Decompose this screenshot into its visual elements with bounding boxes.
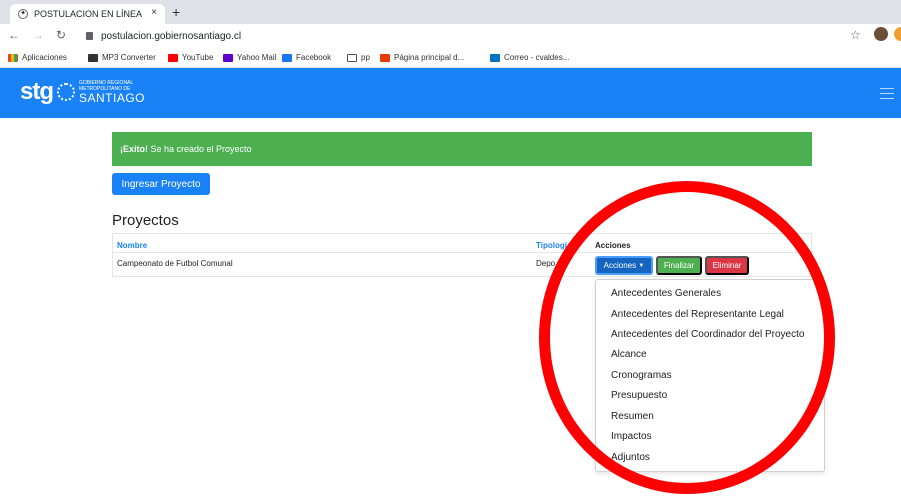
- acciones-dropdown-menu: Antecedentes Generales Antecedentes del …: [595, 279, 825, 472]
- logo-line3: SANTIAGO: [79, 91, 146, 105]
- cell-tipologia: Depo: [536, 259, 556, 268]
- forward-icon[interactable]: →: [32, 28, 44, 42]
- profile-avatar[interactable]: [874, 27, 888, 41]
- office-icon: [380, 53, 390, 62]
- extension-icon[interactable]: [894, 27, 901, 41]
- alert-strong: ¡Exito!: [120, 144, 148, 154]
- table-divider: [113, 252, 813, 253]
- bookmark-pp[interactable]: pp: [347, 53, 370, 62]
- menu-item-coordinador[interactable]: Antecedentes del Coordinador del Proyect…: [611, 329, 804, 340]
- address-bar-row: ← → ↻ postulacion.gobiernosantiago.cl: [0, 24, 901, 48]
- outlook-icon: [490, 53, 500, 62]
- bookmark-correo[interactable]: Correo - cvaldes...: [490, 53, 569, 62]
- yahoo-icon: [223, 53, 233, 62]
- alert-text: Se ha creado el Proyecto: [148, 144, 252, 154]
- header-nombre[interactable]: Nombre: [117, 241, 147, 250]
- bookmark-yahoo[interactable]: Yahoo Mail: [223, 53, 276, 62]
- back-icon[interactable]: ←: [8, 28, 20, 42]
- browser-tab-bar: ✦ POSTULACION EN LÍNEA × +: [0, 0, 901, 24]
- new-tab-button[interactable]: +: [172, 4, 180, 20]
- logo-emblem-icon: [57, 83, 75, 101]
- menu-item-cronogramas[interactable]: Cronogramas: [611, 370, 672, 381]
- bookmark-facebook[interactable]: Facebook: [282, 53, 331, 62]
- bookmark-youtube[interactable]: YouTube: [168, 53, 213, 62]
- bookmarks-bar: Aplicaciones MP3 Converter YouTube Yahoo…: [0, 48, 901, 68]
- hamburger-menu-icon[interactable]: [880, 88, 894, 103]
- site-navbar: stg GOBIERNO REGIONAL METROPOLITANO DE S…: [0, 68, 901, 118]
- reload-icon[interactable]: ↻: [56, 28, 66, 42]
- eliminar-button[interactable]: Eliminar: [705, 256, 749, 275]
- menu-item-adjuntos[interactable]: Adjuntos: [611, 452, 650, 463]
- site-logo[interactable]: stg GOBIERNO REGIONAL METROPOLITANO DE S…: [20, 78, 146, 105]
- tab-title: POSTULACION EN LÍNEA: [34, 9, 143, 19]
- menu-item-resumen[interactable]: Resumen: [611, 411, 654, 422]
- finalizar-button[interactable]: Finalizar: [656, 256, 702, 275]
- menu-item-representante-legal[interactable]: Antecedentes del Representante Legal: [611, 309, 784, 320]
- bookmark-star-icon[interactable]: ☆: [850, 28, 861, 42]
- menu-item-presupuesto[interactable]: Presupuesto: [611, 390, 667, 401]
- cell-nombre: Campeonato de Futbol Comunal: [117, 259, 233, 268]
- facebook-icon: [282, 53, 292, 62]
- url-text: postulacion.gobiernosantiago.cl: [101, 30, 242, 42]
- section-title: Proyectos: [112, 212, 179, 229]
- menu-item-antecedentes-generales[interactable]: Antecedentes Generales: [611, 288, 721, 299]
- ingresar-proyecto-button[interactable]: Ingresar Proyecto: [112, 173, 210, 195]
- bookmark-aplicaciones[interactable]: Aplicaciones: [8, 53, 67, 62]
- header-acciones: Acciones: [595, 241, 631, 250]
- lock-icon: [86, 32, 93, 40]
- header-tipologia[interactable]: Tipología: [536, 241, 571, 250]
- folder-icon: [347, 53, 357, 62]
- acciones-dropdown-button[interactable]: Acciones ▼: [595, 256, 653, 275]
- music-note-icon: [88, 53, 98, 62]
- caret-down-icon: ▼: [638, 262, 645, 269]
- youtube-icon: [168, 53, 178, 62]
- bookmark-pagina-principal[interactable]: Página principal d...: [380, 53, 464, 62]
- success-alert: ¡Exito! Se ha creado el Proyecto: [112, 132, 812, 166]
- url-field[interactable]: postulacion.gobiernosantiago.cl: [80, 27, 860, 45]
- site-favicon-icon: ✦: [18, 9, 28, 19]
- menu-item-impactos[interactable]: Impactos: [611, 431, 652, 442]
- bookmark-mp3[interactable]: MP3 Converter: [88, 53, 156, 62]
- apps-grid-icon: [8, 53, 18, 62]
- browser-tab[interactable]: ✦ POSTULACION EN LÍNEA ×: [10, 4, 165, 24]
- menu-item-alcance[interactable]: Alcance: [611, 349, 647, 360]
- tab-close-icon[interactable]: ×: [151, 7, 157, 18]
- logo-stg-text: stg: [20, 78, 54, 105]
